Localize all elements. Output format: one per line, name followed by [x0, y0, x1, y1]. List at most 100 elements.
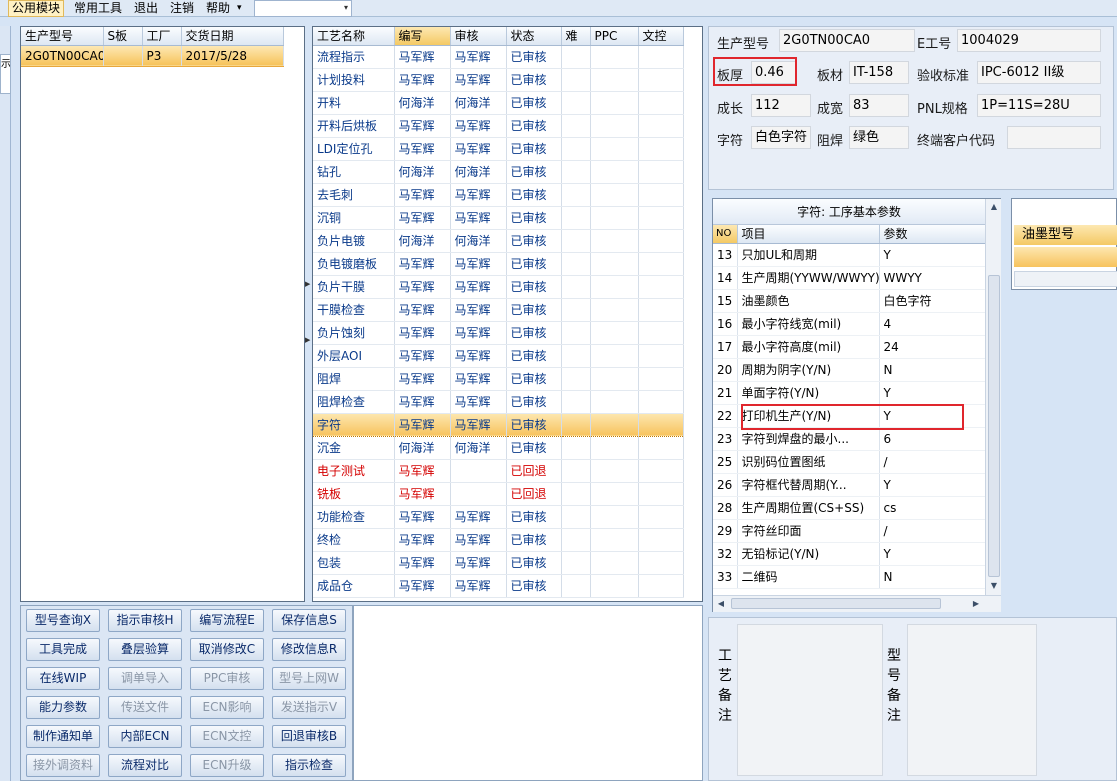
process-status[interactable]: 已审核: [506, 551, 562, 575]
process-row[interactable]: 功能检查 马军辉 马军辉 已审核: [313, 505, 684, 529]
process-status[interactable]: 已审核: [506, 45, 562, 69]
ink-model-header[interactable]: 油墨型号: [1014, 225, 1117, 245]
model-query-button[interactable]: 型号查询X: [26, 609, 100, 632]
scroll-right-icon[interactable]: ▶: [969, 597, 983, 611]
param-no[interactable]: 25: [713, 450, 738, 474]
import-order-button[interactable]: 调单导入: [108, 667, 182, 690]
process-writer[interactable]: 马军辉: [394, 321, 451, 345]
param-row[interactable]: 20 周期为阴字(Y/N) N: [713, 358, 986, 382]
process-name[interactable]: 计划投料: [313, 68, 395, 92]
cancel-edit-button[interactable]: 取消修改C: [190, 638, 264, 661]
process-writer[interactable]: 何海洋: [394, 229, 451, 253]
param-row[interactable]: 32 无铅标记(Y/N) Y: [713, 542, 986, 566]
process-reviewer[interactable]: 马军辉: [450, 344, 507, 368]
menu-help[interactable]: 帮助: [203, 0, 233, 17]
process-difficulty[interactable]: [561, 412, 591, 437]
col-status[interactable]: 状态: [506, 27, 562, 46]
chevron-down-icon[interactable]: ▾: [344, 3, 348, 12]
capability-params-button[interactable]: 能力参数: [26, 696, 100, 719]
param-no[interactable]: 26: [713, 473, 738, 497]
process-doc-control[interactable]: [638, 551, 684, 575]
process-writer[interactable]: 马军辉: [394, 528, 451, 552]
col-doc-control[interactable]: 文控: [638, 27, 684, 46]
process-writer[interactable]: 马军辉: [394, 206, 451, 230]
process-difficulty[interactable]: [561, 91, 591, 115]
hscroll-thumb[interactable]: [731, 598, 941, 609]
process-status[interactable]: 已审核: [506, 321, 562, 345]
process-difficulty[interactable]: [561, 321, 591, 345]
process-status[interactable]: 已回退: [506, 459, 562, 483]
process-ppc[interactable]: [590, 114, 639, 138]
process-doc-control[interactable]: [638, 252, 684, 276]
process-row[interactable]: 沉金 何海洋 何海洋 已审核: [313, 436, 684, 460]
process-doc-control[interactable]: [638, 482, 684, 506]
left-strip-tab[interactable]: 示: [0, 54, 11, 94]
process-writer[interactable]: 马军辉: [394, 551, 451, 575]
process-row[interactable]: 去毛刺 马军辉 马军辉 已审核: [313, 183, 684, 207]
model-online-button[interactable]: 型号上网W: [272, 667, 346, 690]
order-factory[interactable]: P3: [142, 44, 182, 67]
process-name[interactable]: 去毛刺: [313, 183, 395, 207]
process-writer[interactable]: 马军辉: [394, 505, 451, 529]
process-reviewer[interactable]: 马军辉: [450, 45, 507, 69]
external-data-button[interactable]: 接外调资料: [26, 754, 100, 777]
process-doc-control[interactable]: [638, 390, 684, 414]
param-item[interactable]: 无铅标记(Y/N): [737, 542, 880, 566]
width-field[interactable]: 83: [849, 94, 909, 117]
send-instruction-button[interactable]: 发送指示V: [272, 696, 346, 719]
process-doc-control[interactable]: [638, 344, 684, 368]
process-name[interactable]: 负片干膜: [313, 275, 395, 299]
process-name[interactable]: 钻孔: [313, 160, 395, 184]
scroll-left-icon[interactable]: ◀: [714, 597, 728, 611]
process-writer[interactable]: 马军辉: [394, 390, 451, 414]
process-ppc[interactable]: [590, 367, 639, 391]
process-status[interactable]: 已审核: [506, 275, 562, 299]
process-status[interactable]: 已审核: [506, 528, 562, 552]
process-difficulty[interactable]: [561, 574, 591, 598]
param-item[interactable]: 最小字符高度(mil): [737, 335, 880, 359]
param-no[interactable]: 32: [713, 542, 738, 566]
process-reviewer[interactable]: 何海洋: [450, 91, 507, 115]
instruction-review-button[interactable]: 指示审核H: [108, 609, 182, 632]
process-name[interactable]: 成品仓: [313, 574, 395, 598]
process-row[interactable]: 阻焊 马军辉 马军辉 已审核: [313, 367, 684, 391]
process-doc-control[interactable]: [638, 321, 684, 345]
process-reviewer[interactable]: [450, 459, 507, 483]
param-value[interactable]: 24: [879, 335, 986, 359]
col-model[interactable]: 生产型号: [21, 27, 104, 46]
param-no[interactable]: 20: [713, 358, 738, 382]
process-name[interactable]: 终检: [313, 528, 395, 552]
param-no[interactable]: 28: [713, 496, 738, 520]
process-name[interactable]: 阻焊检查: [313, 390, 395, 414]
order-date[interactable]: 2017/5/28: [181, 44, 284, 67]
scroll-down-icon[interactable]: ▼: [987, 579, 1001, 593]
process-row[interactable]: 负片电镀 何海洋 何海洋 已审核: [313, 229, 684, 253]
param-value[interactable]: 6: [879, 427, 986, 451]
process-doc-control[interactable]: [638, 91, 684, 115]
process-reviewer[interactable]: 马军辉: [450, 551, 507, 575]
stackup-check-button[interactable]: 叠层验算: [108, 638, 182, 661]
process-difficulty[interactable]: [561, 137, 591, 161]
process-difficulty[interactable]: [561, 252, 591, 276]
process-row[interactable]: 干膜检查 马军辉 马军辉 已审核: [313, 298, 684, 322]
process-name[interactable]: 负片电镀: [313, 229, 395, 253]
splitter-handle[interactable]: ▶ ▶: [305, 280, 311, 350]
process-writer[interactable]: 何海洋: [394, 160, 451, 184]
process-status[interactable]: 已审核: [506, 412, 562, 437]
param-row[interactable]: 29 字符丝印面 /: [713, 519, 986, 543]
make-notice-button[interactable]: 制作通知单: [26, 725, 100, 748]
process-name[interactable]: LDI定位孔: [313, 137, 395, 161]
menu-logout[interactable]: 注销: [167, 0, 197, 17]
param-value[interactable]: Y: [879, 473, 986, 497]
param-row[interactable]: 15 油墨颜色 白色字符: [713, 289, 986, 313]
process-name[interactable]: 功能检查: [313, 505, 395, 529]
process-doc-control[interactable]: [638, 137, 684, 161]
process-ppc[interactable]: [590, 574, 639, 598]
process-ppc[interactable]: [590, 390, 639, 414]
process-ppc[interactable]: [590, 183, 639, 207]
param-no[interactable]: 14: [713, 266, 738, 290]
process-ppc[interactable]: [590, 45, 639, 69]
params-vertical-scrollbar[interactable]: ▲ ▼: [985, 199, 1001, 595]
param-row[interactable]: 26 字符框代替周期(Y... Y: [713, 473, 986, 497]
process-difficulty[interactable]: [561, 505, 591, 529]
